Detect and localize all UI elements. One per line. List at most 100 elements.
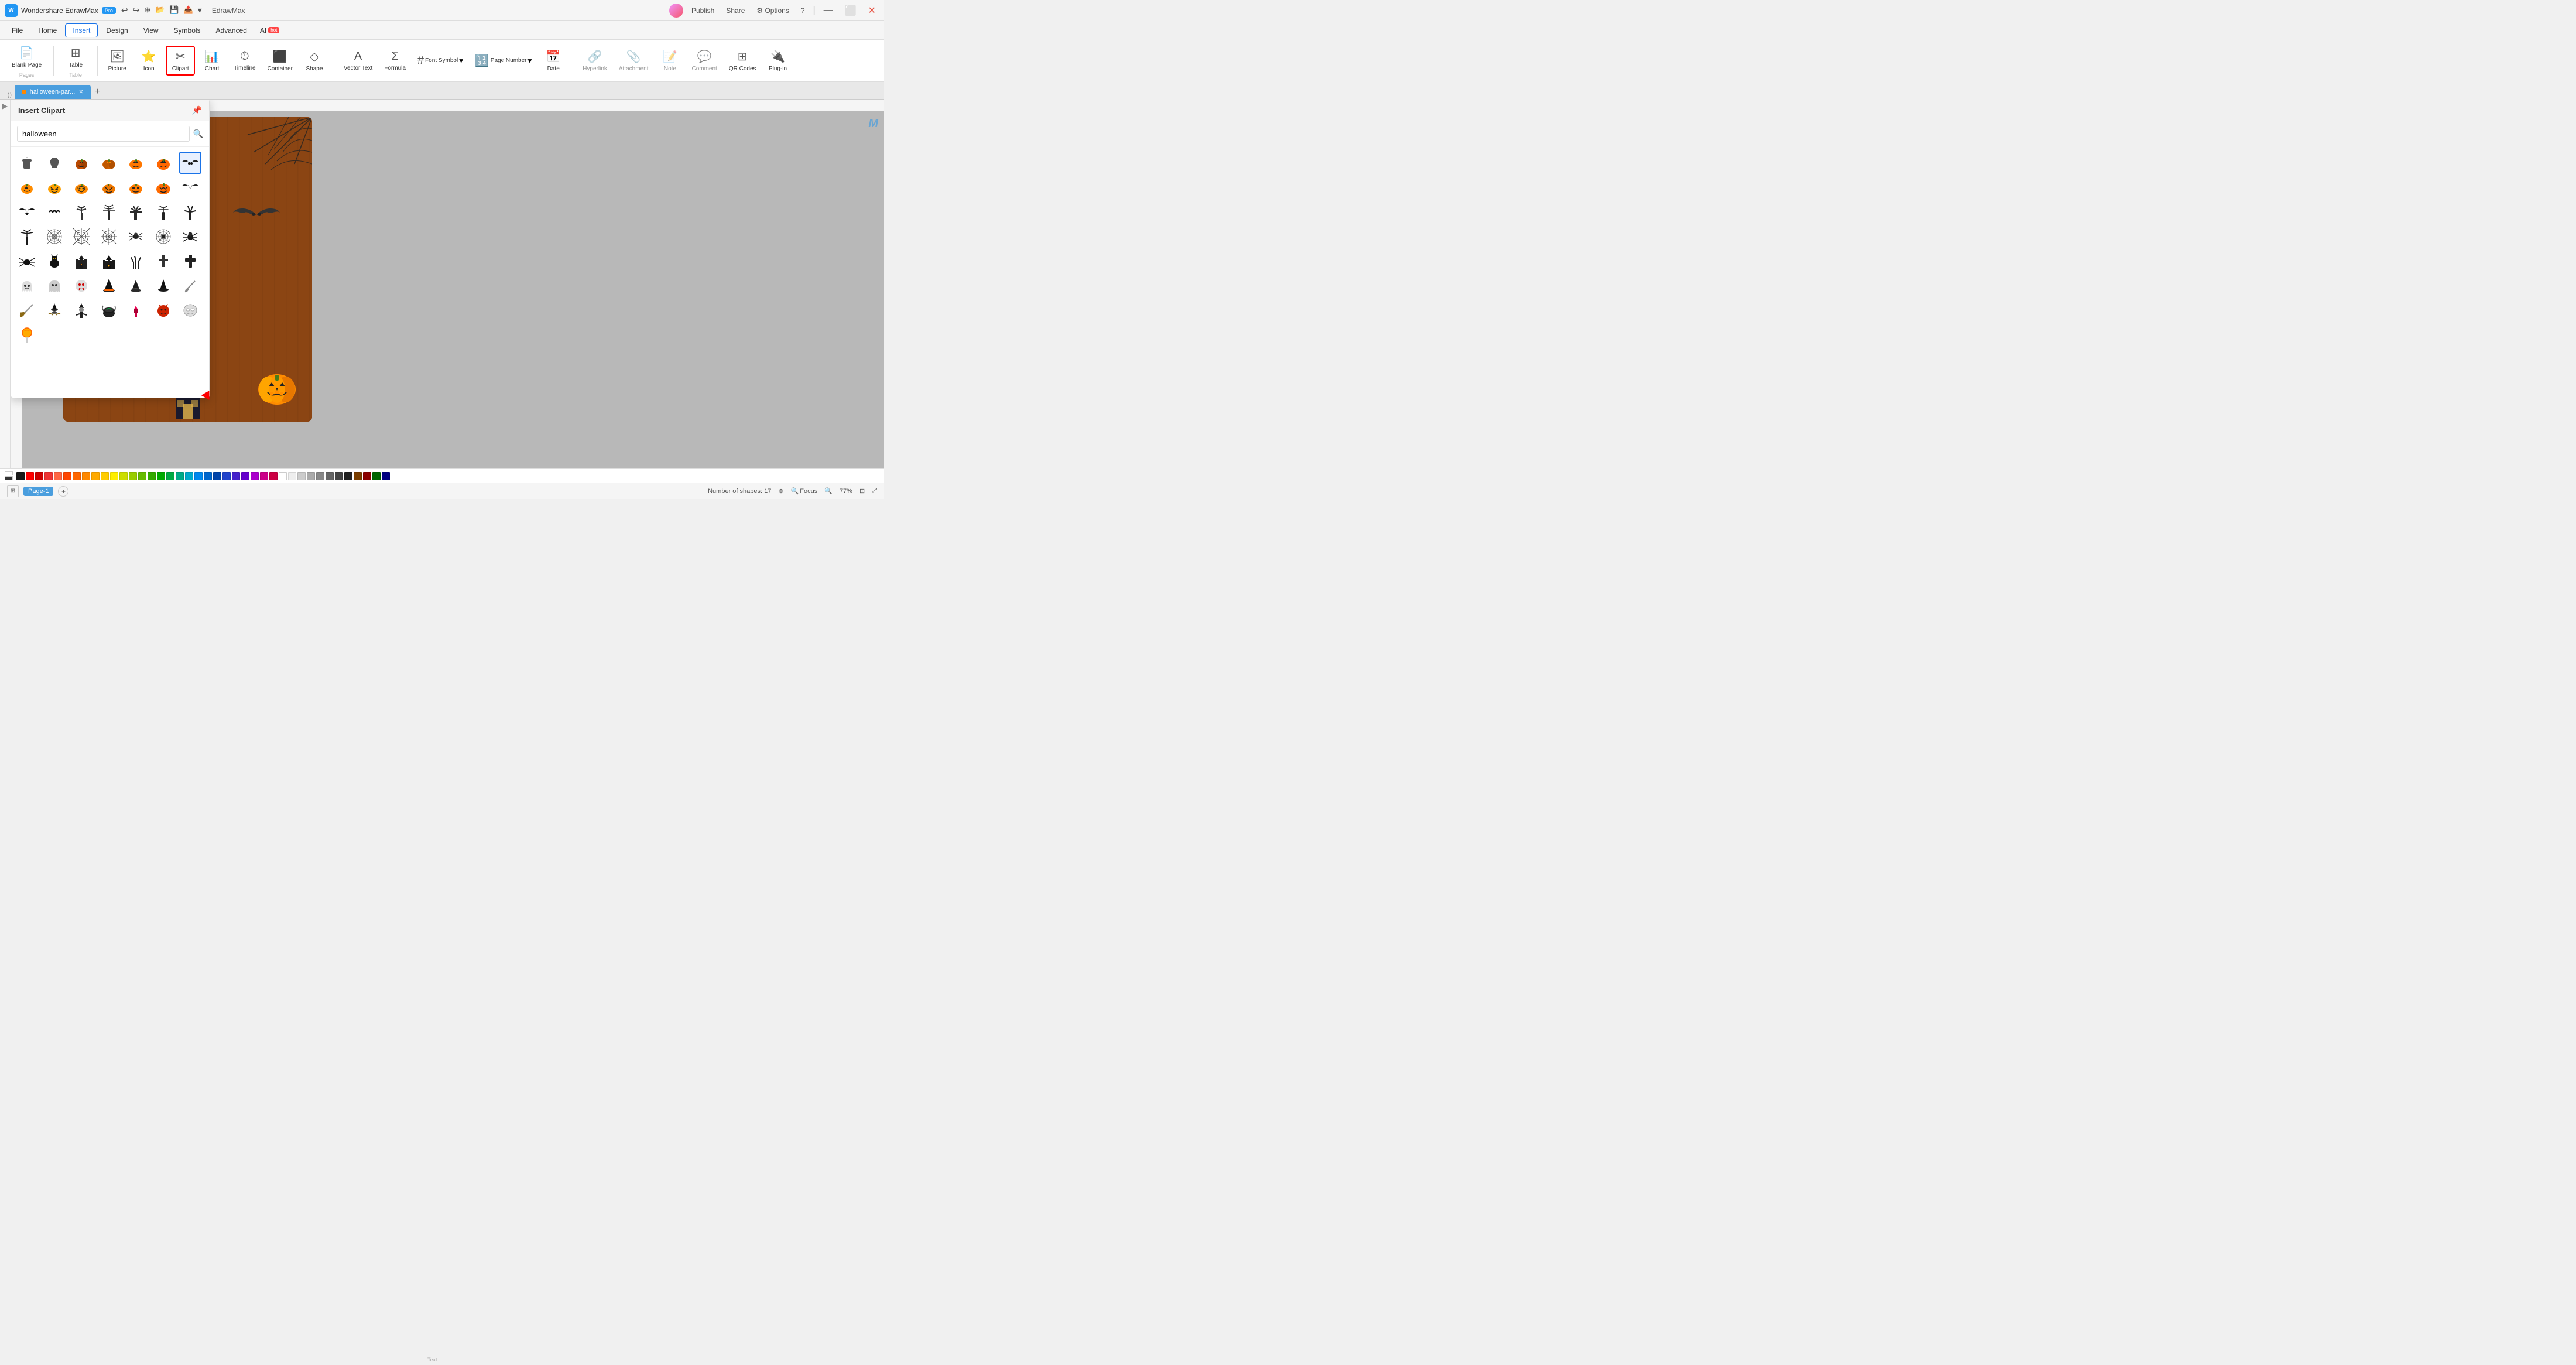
clipart-dead-tree2[interactable] — [98, 201, 120, 223]
clipart-button[interactable]: ✂ Clipart — [166, 46, 195, 76]
color-swatch[interactable] — [194, 472, 203, 480]
options-button[interactable]: ⚙ Options — [753, 5, 792, 16]
color-swatch[interactable] — [363, 472, 371, 480]
active-tab[interactable]: halloween-par... ✕ — [15, 85, 91, 99]
zoom-level[interactable]: 77% — [840, 488, 852, 495]
clipart-pumpkin-grin[interactable] — [70, 176, 93, 199]
clipart-witch-figure1[interactable] — [70, 299, 93, 321]
color-swatch[interactable] — [26, 472, 34, 480]
color-swatch[interactable] — [335, 472, 343, 480]
clipart-pumpkin-face2[interactable] — [125, 176, 147, 199]
icon-button[interactable]: ⭐ Icon — [134, 47, 163, 74]
clipart-tombstone[interactable] — [16, 152, 38, 174]
color-swatch[interactable] — [222, 472, 231, 480]
clipart-pumpkin-face3[interactable] — [152, 176, 174, 199]
export-button[interactable]: 📤 — [182, 4, 195, 16]
redo-button[interactable]: ↪ — [131, 4, 142, 16]
shape-button[interactable]: ◇ Shape — [300, 47, 329, 74]
color-swatch[interactable] — [91, 472, 100, 480]
fit-button[interactable]: ⊞ — [859, 487, 865, 495]
clipart-pumpkin-face[interactable] — [98, 176, 120, 199]
vector-text-button[interactable]: A Vector Text — [339, 47, 377, 74]
color-swatch[interactable] — [316, 472, 324, 480]
color-swatch[interactable] — [157, 472, 165, 480]
menu-design[interactable]: Design — [99, 24, 135, 37]
ai-button[interactable]: AI hot — [255, 24, 284, 37]
maximize-button[interactable]: ⬜ — [841, 4, 860, 18]
new-button[interactable]: ⊕ — [142, 4, 152, 16]
color-swatch[interactable] — [213, 472, 221, 480]
color-swatch[interactable] — [204, 472, 212, 480]
clipart-pumpkin2[interactable] — [98, 152, 120, 174]
clipart-spiderweb3[interactable] — [98, 225, 120, 248]
chart-button[interactable]: 📊 Chart — [197, 47, 227, 74]
page-view-toggle[interactable]: ⊞ — [7, 485, 19, 497]
clipart-pumpkin-sm1[interactable] — [16, 176, 38, 199]
clipart-lipstick[interactable] — [125, 299, 147, 321]
qr-codes-button[interactable]: ⊞ QR Codes — [724, 47, 761, 74]
color-swatch[interactable] — [176, 472, 184, 480]
menu-file[interactable]: File — [5, 24, 30, 37]
clipart-spider1[interactable] — [125, 225, 147, 248]
clipart-lollipop[interactable] — [16, 324, 38, 346]
container-button[interactable]: ⬛ Container — [263, 47, 297, 74]
clipart-dead-tree1[interactable] — [70, 201, 93, 223]
color-swatch[interactable] — [354, 472, 362, 480]
attachment-button[interactable]: 📎 Attachment — [614, 47, 653, 74]
menu-advanced[interactable]: Advanced — [209, 24, 254, 37]
minimize-button[interactable]: — — [820, 4, 837, 17]
tab-close-button[interactable]: ✕ — [78, 89, 83, 95]
color-swatch[interactable] — [73, 472, 81, 480]
color-swatch[interactable] — [54, 472, 62, 480]
clipart-pumpkin4[interactable] — [152, 152, 174, 174]
canvas-area[interactable]: -160 -140 -120 -100 — [11, 100, 884, 468]
color-swatch[interactable] — [307, 472, 315, 480]
color-swatch[interactable] — [148, 472, 156, 480]
table-button[interactable]: ⊞ Table — [61, 43, 90, 71]
formula-button[interactable]: Σ Formula — [379, 47, 410, 74]
color-swatch[interactable] — [16, 472, 25, 480]
clipart-search-input[interactable] — [17, 126, 190, 142]
clipart-witch-hat3[interactable] — [152, 275, 174, 297]
color-swatch[interactable] — [241, 472, 249, 480]
foreground-color[interactable] — [5, 471, 13, 475]
clipart-dead-tree5[interactable] — [179, 201, 201, 223]
timeline-button[interactable]: ⏱ Timeline — [229, 47, 260, 74]
clipart-claws[interactable] — [125, 250, 147, 272]
color-swatch[interactable] — [129, 472, 137, 480]
more-button[interactable]: ▾ — [196, 4, 204, 16]
clipart-castle1[interactable] — [70, 250, 93, 272]
font-symbol-dropdown[interactable]: ▾ — [459, 56, 463, 66]
blank-page-button[interactable]: 📄 Blank Page — [7, 43, 46, 71]
undo-button[interactable]: ↩ — [119, 4, 130, 16]
clipart-ghost1[interactable] — [16, 275, 38, 297]
clipart-coffin[interactable] — [43, 152, 66, 174]
clipart-spider-web[interactable] — [152, 225, 174, 248]
clipart-dead-tree6[interactable] — [16, 225, 38, 248]
layer-icon[interactable]: ⊕ — [778, 487, 783, 495]
add-page-button[interactable]: + — [58, 486, 68, 497]
color-swatch[interactable] — [101, 472, 109, 480]
color-swatch[interactable] — [232, 472, 240, 480]
clipart-pumpkin-evil[interactable] — [43, 176, 66, 199]
open-button[interactable]: 📂 — [153, 4, 166, 16]
color-swatch[interactable] — [63, 472, 71, 480]
color-swatch[interactable] — [279, 472, 287, 480]
comment-button[interactable]: 💬 Comment — [687, 47, 721, 74]
color-swatch[interactable] — [138, 472, 146, 480]
color-swatch[interactable] — [269, 472, 278, 480]
clipart-broom-stick[interactable] — [179, 275, 201, 297]
color-swatch[interactable] — [372, 472, 381, 480]
picture-button[interactable]: 🖼 Picture — [102, 47, 132, 74]
clipart-witch-hat1[interactable] — [98, 275, 120, 297]
color-swatch[interactable] — [260, 472, 268, 480]
date-button[interactable]: 📅 Date — [539, 47, 568, 74]
clipart-devil-face[interactable] — [152, 299, 174, 321]
clipart-vampire-face[interactable] — [70, 275, 93, 297]
help-button[interactable]: ? — [797, 5, 809, 16]
clipart-broom2[interactable] — [16, 299, 38, 321]
clipart-mask-face[interactable] — [179, 299, 201, 321]
clipart-bat2[interactable] — [16, 201, 38, 223]
color-swatch[interactable] — [185, 472, 193, 480]
clipart-dead-tree3[interactable] — [125, 201, 147, 223]
